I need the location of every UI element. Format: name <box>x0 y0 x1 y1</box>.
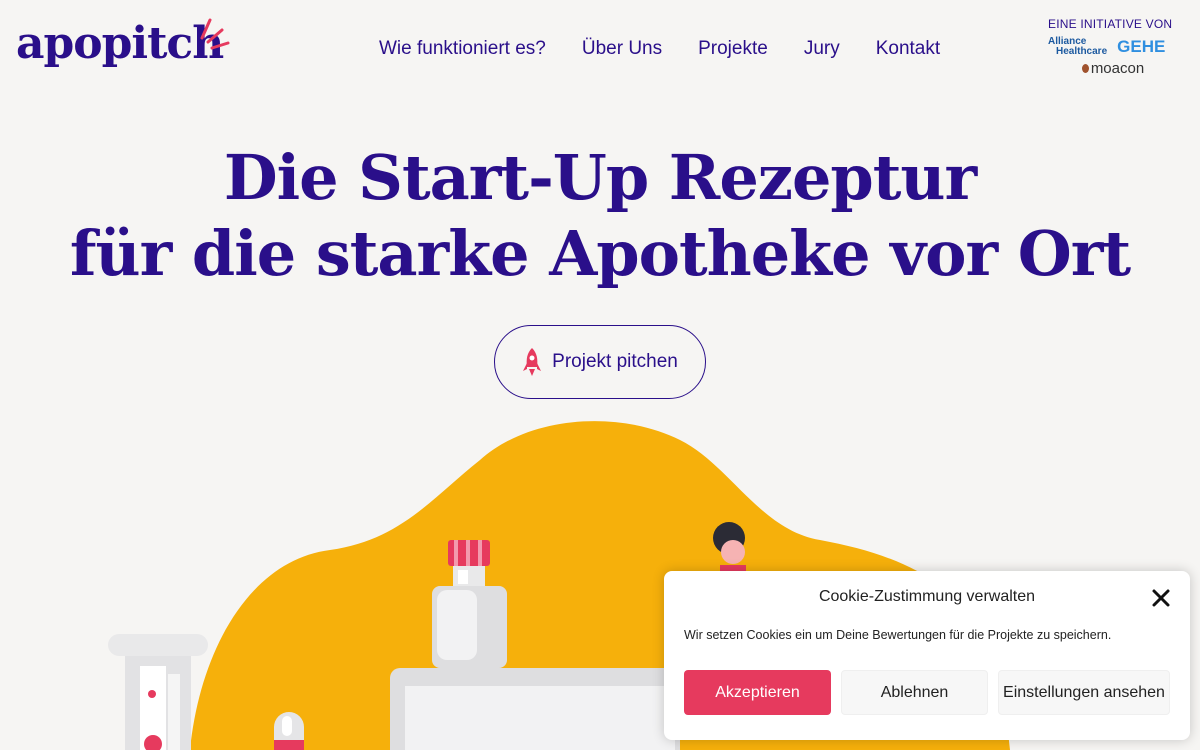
cookie-consent-dialog: Cookie-Zustimmung verwalten Wir setzen C… <box>664 571 1190 740</box>
partner-logos: Alliance Healthcare GEHE <box>1048 37 1178 57</box>
gehe-logo[interactable]: GEHE <box>1117 37 1165 57</box>
view-settings-button[interactable]: Einstellungen ansehen <box>998 670 1170 715</box>
initiative-label: EINE INITIATIVE VON <box>1048 17 1173 31</box>
nav-item-wie-funktioniert[interactable]: Wie funktioniert es? <box>379 38 546 60</box>
capsule-icon <box>274 712 304 750</box>
moacon-text: moacon <box>1090 60 1145 77</box>
close-icon[interactable] <box>1150 587 1172 609</box>
nav-item-jury[interactable]: Jury <box>804 38 840 60</box>
rocket-icon <box>522 347 542 377</box>
alliance-healthcare-logo[interactable]: Alliance Healthcare <box>1048 37 1107 57</box>
nav-item-projekte[interactable]: Projekte <box>698 38 768 60</box>
logo[interactable]: apopitch <box>16 18 224 69</box>
nav-item-kontakt[interactable]: Kontakt <box>876 38 940 60</box>
accept-button[interactable]: Akzeptieren <box>684 670 831 715</box>
logo-spark-icon <box>200 18 230 50</box>
cta-label: Projekt pitchen <box>552 351 678 372</box>
alliance-line2: Healthcare <box>1056 46 1108 57</box>
hero-title: Die Start-Up Rezeptur für die starke Apo… <box>0 140 1200 292</box>
nav-item-ueber-uns[interactable]: Über Uns <box>582 38 662 60</box>
cookie-text: Wir setzen Cookies ein um Deine Bewertun… <box>684 628 1112 642</box>
main-nav: Wie funktioniert es? Über Uns Projekte J… <box>379 38 976 60</box>
cookie-title: Cookie-Zustimmung verwalten <box>818 588 1036 605</box>
hero-title-line2: für die starke Apotheke vor Ort <box>69 217 1131 290</box>
deny-button[interactable]: Ablehnen <box>841 670 988 715</box>
moacon-logo[interactable]: moacon <box>1048 60 1178 77</box>
projekt-pitchen-button[interactable]: Projekt pitchen <box>494 325 706 399</box>
hero-title-line1: Die Start-Up Rezeptur <box>223 141 977 214</box>
moacon-dot-icon <box>1081 64 1089 73</box>
initiative-box: EINE INITIATIVE VON Alliance Healthcare … <box>1048 17 1178 77</box>
counter-box <box>390 668 680 750</box>
